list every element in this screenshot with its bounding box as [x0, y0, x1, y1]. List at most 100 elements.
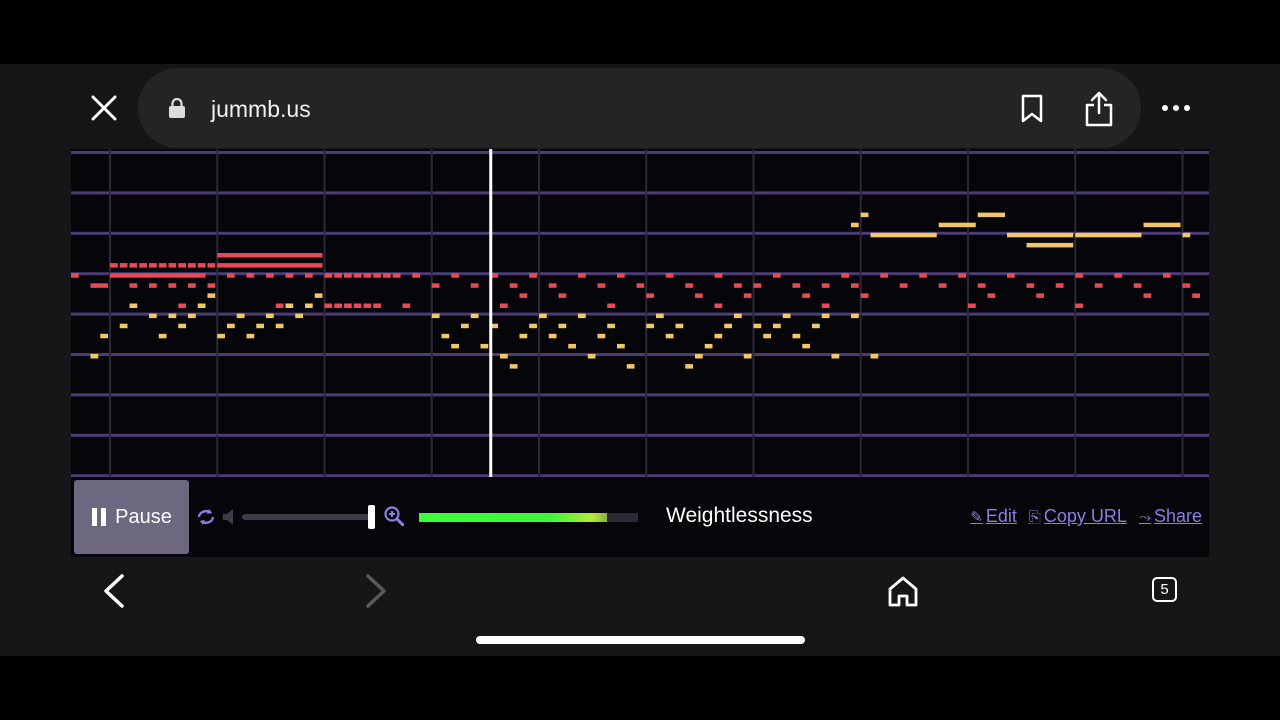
yellow-note [529, 323, 537, 329]
red-note [968, 303, 976, 308]
red-note [149, 283, 157, 288]
red-note [168, 283, 177, 288]
yellow-note [285, 303, 294, 308]
yellow-note [236, 313, 245, 319]
volume-slider[interactable] [242, 514, 374, 520]
song-title: Weightlessness [666, 504, 813, 527]
zoom-in-icon[interactable] [384, 506, 404, 526]
share-link[interactable]: ⤳ Share [1139, 506, 1202, 527]
bookmark-icon[interactable] [1020, 94, 1044, 124]
bar-line [430, 149, 433, 477]
red-note [1055, 283, 1064, 288]
progress-fill [419, 513, 608, 522]
copy-url-link[interactable]: ⎘ Copy URL [1029, 506, 1127, 527]
octave-line [71, 393, 1209, 397]
yellow-note [743, 354, 752, 359]
red-note [899, 283, 908, 288]
red-note [714, 273, 723, 278]
red-note [110, 273, 206, 278]
yellow-note [656, 313, 664, 319]
red-note [334, 303, 342, 308]
octave-line [71, 433, 1209, 437]
red-note [90, 283, 108, 288]
close-button[interactable] [88, 92, 120, 124]
red-note [119, 263, 128, 268]
playback-progress-bar[interactable] [419, 513, 638, 522]
address-bar[interactable]: jummb.us [138, 68, 1141, 148]
loop-icon[interactable] [196, 508, 216, 526]
bar-line [1074, 149, 1077, 477]
yellow-note [578, 313, 586, 319]
red-note [597, 283, 606, 288]
bar-line [216, 149, 219, 477]
yellow-note [860, 212, 869, 218]
red-note [363, 303, 372, 308]
red-note [373, 303, 381, 308]
red-note [470, 283, 479, 288]
yellow-note [461, 323, 469, 329]
red-note [451, 273, 459, 278]
red-note [344, 273, 352, 278]
yellow-note [851, 222, 859, 228]
red-note [880, 273, 888, 278]
red-note [509, 283, 518, 288]
red-note [1075, 273, 1083, 278]
copy-url-label: Copy URL [1043, 506, 1127, 526]
red-note [324, 273, 333, 278]
red-note [412, 273, 420, 278]
home-icon[interactable] [886, 574, 920, 608]
tabs-button[interactable]: 5 [1152, 577, 1177, 602]
share-icon[interactable] [1084, 90, 1114, 128]
yellow-note [1075, 232, 1142, 238]
red-note [217, 253, 323, 258]
back-icon[interactable] [100, 573, 128, 609]
yellow-note [149, 313, 157, 319]
share-label: Share [1153, 506, 1202, 526]
more-options-icon[interactable] [1160, 94, 1192, 122]
yellow-note [685, 364, 693, 369]
red-note [353, 303, 362, 308]
red-note [821, 283, 830, 288]
yellow-note [217, 333, 225, 339]
pause-button[interactable]: Pause [74, 480, 189, 554]
red-note [841, 273, 849, 278]
red-note [821, 303, 830, 308]
red-note [743, 293, 752, 298]
player-links: ✎ Edit ⎘ Copy URL ⤳ Share [970, 506, 1202, 527]
yellow-note [188, 313, 196, 319]
bar-line [323, 149, 326, 477]
red-note [246, 273, 255, 278]
yellow-note [617, 343, 625, 349]
red-note [139, 263, 147, 268]
octave-line [71, 272, 1209, 276]
red-note [110, 263, 118, 268]
yellow-note [539, 313, 547, 319]
red-note [188, 283, 196, 288]
bar-line [859, 149, 862, 477]
red-note [714, 303, 723, 308]
red-note [851, 283, 859, 288]
piano-roll [71, 149, 1209, 477]
yellow-note [509, 364, 518, 369]
yellow-note [119, 323, 128, 329]
yellow-note [646, 323, 654, 329]
player-bar: Pause Weightlessness ✎ Edit ⎘ Copy URL ⤳ Sh… [71, 477, 1209, 557]
volume-slider-thumb[interactable] [368, 505, 376, 529]
red-note [178, 263, 186, 268]
red-note [685, 283, 693, 288]
yellow-note [568, 343, 576, 349]
close-icon [91, 95, 117, 121]
red-note [324, 303, 333, 308]
red-note [1143, 293, 1152, 298]
yellow-note [1007, 232, 1074, 238]
yellow-note [1182, 232, 1191, 238]
red-note [129, 263, 138, 268]
yellow-note [626, 364, 635, 369]
edit-link[interactable]: ✎ Edit [970, 506, 1017, 527]
red-note [1133, 283, 1142, 288]
red-note [1026, 283, 1035, 288]
red-note [1007, 273, 1015, 278]
octave-line [71, 151, 1209, 154]
red-note [402, 303, 411, 308]
yellow-note [870, 232, 937, 238]
